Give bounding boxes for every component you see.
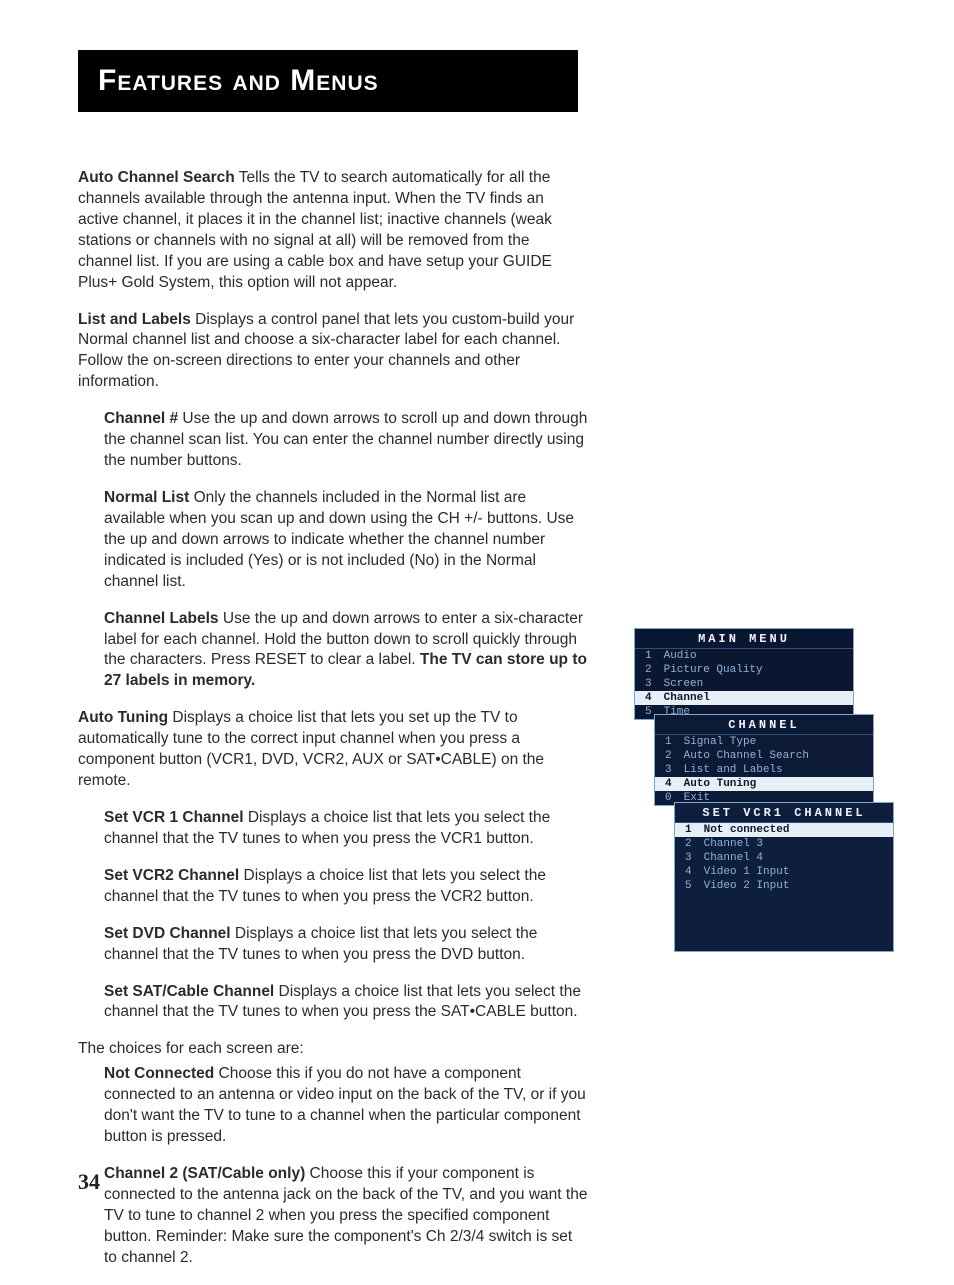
osd-item: 2 Auto Channel Search	[655, 749, 873, 763]
para-set-vcr1: Set VCR 1 Channel Displays a choice list…	[104, 808, 588, 850]
osd-item: 3 Screen	[635, 677, 853, 691]
osd-item: 2 Picture Quality	[635, 663, 853, 677]
osd-item: 3 Channel 4	[675, 851, 893, 865]
term: Channel 2 (SAT/Cable only)	[104, 1165, 305, 1182]
para-set-vcr2: Set VCR2 Channel Displays a choice list …	[104, 866, 588, 908]
term: List and Labels	[78, 311, 191, 328]
term: Channel Labels	[104, 610, 219, 627]
two-column-layout: Auto Channel Search Tells the TV to sear…	[78, 168, 894, 1285]
osd-item: 1 Signal Type	[655, 735, 873, 749]
para-channel-number: Channel # Use the up and down arrows to …	[104, 409, 588, 472]
osd-channel-menu: CHANNEL 1 Signal Type2 Auto Channel Sear…	[654, 714, 874, 806]
term: Auto Tuning	[78, 709, 168, 726]
osd-item: 3 List and Labels	[655, 763, 873, 777]
section-banner: Features and Menus	[78, 50, 578, 112]
term: Set SAT/Cable Channel	[104, 983, 274, 1000]
osd-title: MAIN MENU	[635, 629, 853, 649]
manual-page: Features and Menus Auto Channel Search T…	[0, 0, 954, 1235]
para-auto-tuning: Auto Tuning Displays a choice list that …	[78, 708, 588, 792]
osd-item: 4 Channel	[635, 691, 853, 705]
para-normal-list: Normal List Only the channels included i…	[104, 488, 588, 593]
osd-title: CHANNEL	[655, 715, 873, 735]
osd-items: 1 Signal Type2 Auto Channel Search3 List…	[655, 735, 873, 805]
para-body: Tells the TV to search automatically for…	[78, 169, 552, 291]
term: Auto Channel Search	[78, 169, 235, 186]
osd-item: 1 Audio	[635, 649, 853, 663]
osd-title: SET VCR1 CHANNEL	[675, 803, 893, 823]
osd-set-vcr1-menu: SET VCR1 CHANNEL 1 Not connected2 Channe…	[674, 802, 894, 952]
menu-screenshots-column: MAIN MENU 1 Audio2 Picture Quality3 Scre…	[614, 168, 894, 628]
page-number: 34	[78, 1169, 100, 1195]
para-set-sat: Set SAT/Cable Channel Displays a choice …	[104, 982, 588, 1024]
para-auto-channel-search: Auto Channel Search Tells the TV to sear…	[78, 168, 588, 294]
para-set-dvd: Set DVD Channel Displays a choice list t…	[104, 924, 588, 966]
osd-item: 4 Auto Tuning	[655, 777, 873, 791]
term: Set DVD Channel	[104, 925, 231, 942]
osd-items: 1 Audio2 Picture Quality3 Screen4 Channe…	[635, 649, 853, 719]
para-not-connected: Not Connected Choose this if you do not …	[104, 1064, 588, 1148]
term: Not Connected	[104, 1065, 214, 1082]
body-text-column: Auto Channel Search Tells the TV to sear…	[78, 168, 588, 1285]
term: Set VCR2 Channel	[104, 867, 239, 884]
para-list-and-labels: List and Labels Displays a control panel…	[78, 310, 588, 394]
osd-main-menu: MAIN MENU 1 Audio2 Picture Quality3 Scre…	[634, 628, 854, 720]
term: Channel #	[104, 410, 178, 427]
osd-item: 2 Channel 3	[675, 837, 893, 851]
osd-item: 1 Not connected	[675, 823, 893, 837]
osd-item: 5 Video 2 Input	[675, 879, 893, 893]
osd-items: 1 Not connected2 Channel 33 Channel 44 V…	[675, 823, 893, 893]
para-channel-labels: Channel Labels Use the up and down arrow…	[104, 609, 588, 693]
term: Normal List	[104, 489, 189, 506]
para-choices-lead: The choices for each screen are:	[78, 1039, 588, 1060]
osd-item: 4 Video 1 Input	[675, 865, 893, 879]
para-channel-2: Channel 2 (SAT/Cable only) Choose this i…	[104, 1164, 588, 1269]
term: Set VCR 1 Channel	[104, 809, 244, 826]
